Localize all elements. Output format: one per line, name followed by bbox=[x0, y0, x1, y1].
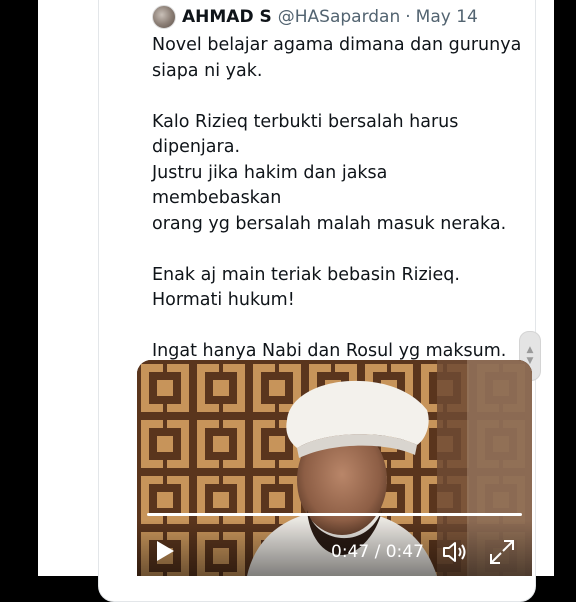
tweet-line: Hormati hukum! bbox=[152, 290, 295, 310]
video-player[interactable]: 0:47 / 0:47 bbox=[137, 360, 532, 576]
tweet-line: Justru jika hakim dan jaksa membebaskan bbox=[152, 162, 388, 209]
play-icon[interactable] bbox=[155, 540, 175, 562]
tweet-line: siapa ni yak. bbox=[152, 60, 263, 81]
tweet-header: AHMAD S @HASapardan · May 14 bbox=[152, 4, 478, 30]
tweet-date[interactable]: May 14 bbox=[416, 7, 478, 27]
right-black-bar bbox=[554, 0, 576, 576]
tweet-line: Novel belajar agama dimana dan gurunya bbox=[152, 35, 522, 55]
tweet-line: Kalo Rizieq terbukti bersalah harus bbox=[152, 111, 459, 132]
left-black-bar bbox=[0, 0, 38, 576]
video-time: 0:47 / 0:47 bbox=[331, 542, 424, 562]
avatar[interactable] bbox=[152, 5, 176, 29]
expand-icon[interactable] bbox=[489, 539, 515, 565]
separator-dot: · bbox=[405, 7, 411, 27]
author-name[interactable]: AHMAD S bbox=[182, 7, 272, 27]
tweet-line: Enak aj main teriak bebasin Rizieq. bbox=[152, 264, 460, 285]
tweet-text: Novel belajar agama dimana dan gurunya s… bbox=[152, 33, 522, 365]
tweet-line: dipenjara. bbox=[152, 137, 241, 157]
progress-bar[interactable] bbox=[147, 513, 522, 516]
scroll-up-icon: ▲ bbox=[526, 345, 534, 355]
author-handle[interactable]: @HASapardan bbox=[278, 7, 401, 27]
video-controls: 0:47 / 0:47 bbox=[137, 520, 532, 576]
tweet-line: orang yg bersalah malah masuk neraka. bbox=[152, 213, 507, 234]
volume-icon[interactable] bbox=[442, 540, 470, 564]
